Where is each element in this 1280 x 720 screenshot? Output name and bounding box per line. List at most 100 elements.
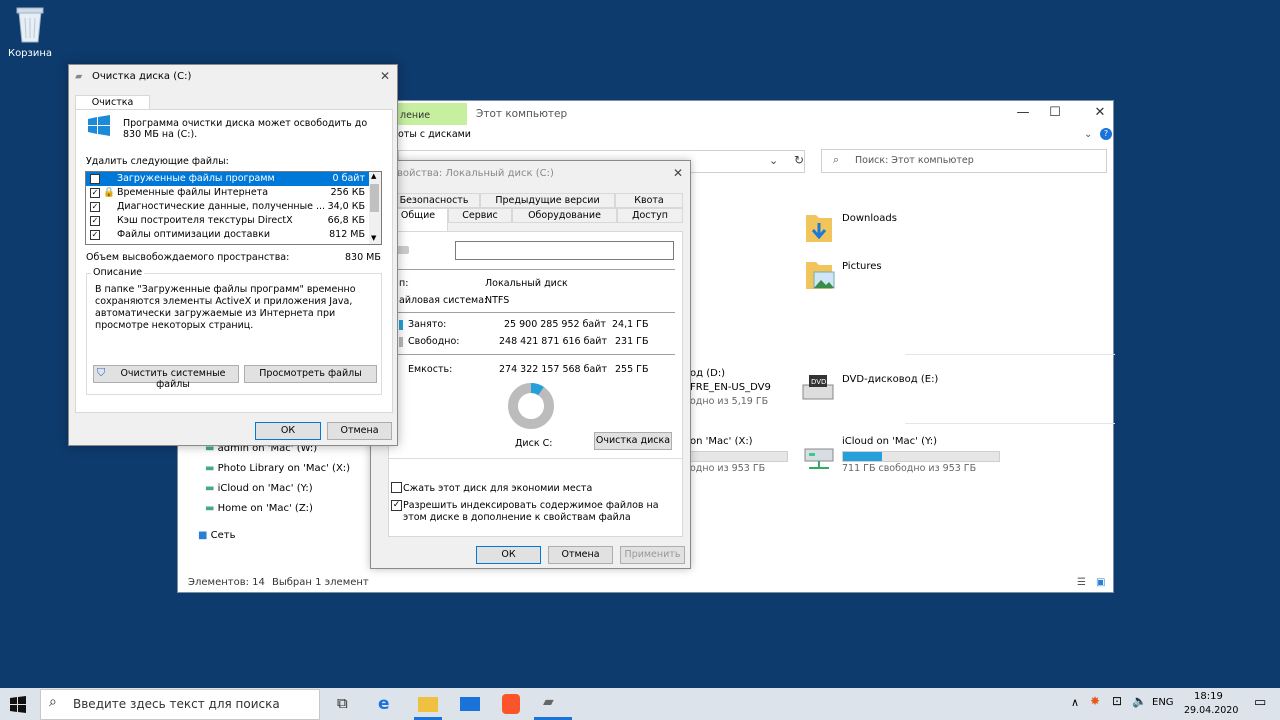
type-label: п:: [399, 278, 409, 289]
chevron-down-icon[interactable]: ⌄: [1084, 129, 1092, 140]
list-item[interactable]: ✓ 🔒 Временные файлы Интернета 256 КБ: [86, 186, 369, 200]
help-icon[interactable]: ?: [1100, 128, 1112, 140]
network-tray-icon[interactable]: ⊡: [1112, 694, 1122, 708]
details-view-icon[interactable]: ☰: [1077, 577, 1086, 588]
search-input[interactable]: Поиск: Этот компьютер: [821, 149, 1107, 173]
view-files-button[interactable]: Просмотреть файлы: [244, 365, 377, 383]
chevron-down-icon[interactable]: ▼: [371, 234, 376, 242]
tiles-view-icon[interactable]: ▣: [1096, 577, 1105, 588]
ok-button[interactable]: ОК: [476, 546, 541, 564]
checkbox[interactable]: ✓: [90, 188, 100, 198]
index-checkbox[interactable]: ✓: [391, 500, 402, 511]
svg-text:DVD: DVD: [811, 378, 826, 386]
shield-icon: ⛉: [97, 366, 106, 379]
nav-item-network[interactable]: ■ Сеть: [198, 530, 236, 541]
ribbon-sub-label[interactable]: оты с дисками: [398, 129, 471, 140]
tab-disk-cleanup[interactable]: Очистка диска: [75, 95, 150, 119]
general-panel: п: Локальный диск айловая система: NTFS …: [388, 231, 683, 537]
drive-x-free: одно из 953 ГБ: [690, 463, 766, 474]
drive-e-name[interactable]: DVD-дисковод (E:): [842, 374, 938, 385]
space-label: Объем высвобождаемого пространства:: [86, 252, 290, 263]
clock-date[interactable]: 29.04.2020: [1184, 705, 1238, 716]
list-item[interactable]: ✓ Загруженные файлы программ 0 байт: [86, 172, 369, 186]
recycle-bin-label: Корзина: [7, 48, 53, 59]
intro-text: Программа очистки диска может освободить…: [123, 118, 368, 140]
checkbox[interactable]: ✓: [90, 230, 100, 240]
description-text: В папке "Загруженные файлы программ" вре…: [95, 284, 356, 331]
file-explorer-icon[interactable]: [418, 697, 438, 712]
nav-item-y[interactable]: ▬ iCloud on 'Mac' (Y:): [205, 483, 313, 494]
status-selected: Выбран 1 элемент: [272, 577, 369, 588]
scrollbar-thumb[interactable]: [370, 184, 379, 212]
tab-previous-versions[interactable]: Предыдущие версии: [480, 193, 615, 208]
dvd-drive-icon: DVD: [801, 373, 835, 403]
chevron-up-icon[interactable]: ▲: [371, 172, 376, 180]
disk-cleanup-button[interactable]: Очистка диска: [594, 432, 672, 450]
apply-button[interactable]: Применить: [620, 546, 685, 564]
refresh-icon[interactable]: ↻: [794, 153, 804, 167]
checkbox[interactable]: ✓: [90, 216, 100, 226]
folder-downloads[interactable]: Downloads: [842, 213, 897, 224]
chevron-up-icon[interactable]: ∧: [1071, 696, 1079, 709]
compress-checkbox[interactable]: [391, 482, 402, 493]
list-item[interactable]: ✓ Диагностические данные, полученные ... 3…: [86, 200, 369, 214]
taskbar-search-input[interactable]: Введите здесь текст для поиска: [40, 689, 320, 720]
tab-hardware[interactable]: Оборудование: [512, 208, 617, 223]
tab-quota[interactable]: Квота: [615, 193, 683, 208]
brave-icon[interactable]: [502, 694, 520, 714]
mail-icon[interactable]: [460, 697, 480, 711]
list-item[interactable]: ✓ Файлы оптимизации доставки 812 МБ: [86, 228, 369, 242]
status-item-count: Элементов: 14: [188, 577, 265, 588]
drive-x-name[interactable]: on 'Mac' (X:): [690, 436, 753, 447]
space-value: 830 МБ: [345, 252, 381, 263]
minimize-button[interactable]: —: [1008, 105, 1038, 123]
drive-y-usage-bar: [842, 451, 1000, 462]
folder-pictures[interactable]: Pictures: [842, 261, 882, 272]
checkbox[interactable]: ✓: [90, 174, 100, 184]
used-label: Занято:: [408, 319, 447, 330]
files-list[interactable]: ✓ Загруженные файлы программ 0 байт ✓ 🔒 Врем…: [85, 171, 382, 245]
list-item[interactable]: ✓ Кэш построителя текстуры DirectX 66,8 КБ: [86, 214, 369, 228]
network-drive-icon: ▬: [205, 483, 218, 494]
window-title: Этот компьютер: [476, 108, 568, 120]
close-button[interactable]: ✕: [673, 166, 683, 180]
disk-cleanup-dialog: ▰ Очистка диска (C:) ✕ Очистка диска Про…: [68, 64, 398, 446]
drive-name-input[interactable]: [455, 241, 674, 260]
edge-icon[interactable]: e: [378, 694, 398, 714]
recycle-bin[interactable]: Корзина: [6, 4, 54, 59]
task-view-icon[interactable]: ⧉: [337, 694, 357, 714]
tab-security[interactable]: Безопасность: [388, 193, 480, 208]
fs-label: айловая система:: [399, 295, 488, 306]
drive-y-free: 711 ГБ свободно из 953 ГБ: [842, 463, 977, 474]
volume-icon[interactable]: 🔈: [1132, 694, 1147, 708]
close-button[interactable]: ✕: [1085, 105, 1115, 123]
checkbox[interactable]: ✓: [90, 202, 100, 212]
tab-sharing[interactable]: Доступ: [617, 208, 683, 223]
tray-app-icon[interactable]: ✸: [1090, 694, 1100, 708]
chevron-down-icon[interactable]: ⌄: [769, 154, 778, 167]
list-scrollbar[interactable]: ▲ ▼: [369, 172, 381, 244]
drive-d-free: одно из 5,19 ГБ: [690, 396, 769, 407]
drive-y-name[interactable]: iCloud on 'Mac' (Y:): [842, 436, 937, 447]
tab-service[interactable]: Сервис: [448, 208, 512, 223]
cancel-button[interactable]: Отмена: [548, 546, 613, 564]
used-bytes: 25 900 285 952 байт: [504, 319, 606, 330]
drive-d-name[interactable]: од (D:): [690, 368, 725, 379]
close-button[interactable]: ✕: [380, 69, 390, 83]
dialog-title: Очистка диска (C:): [92, 71, 192, 82]
windows-start-icon[interactable]: [10, 696, 30, 716]
language-indicator[interactable]: ENG: [1152, 697, 1174, 708]
clean-system-files-button[interactable]: Очистить системные файлы: [93, 365, 239, 390]
network-drive-icon: ▬: [205, 503, 218, 514]
maximize-button[interactable]: ☐: [1040, 105, 1070, 123]
nav-item-z[interactable]: ▬ Home on 'Mac' (Z:): [205, 503, 313, 514]
disk-cleanup-task-icon[interactable]: ▰: [543, 694, 563, 714]
nav-item-x[interactable]: ▬ Photo Library on 'Mac' (X:): [205, 463, 350, 474]
fs-value: NTFS: [485, 295, 510, 306]
free-gb: 231 ГБ: [615, 336, 649, 347]
capacity-bytes: 274 322 157 568 байт: [499, 364, 607, 375]
ok-button[interactable]: ОК: [255, 422, 321, 440]
clock-time[interactable]: 18:19: [1194, 691, 1223, 702]
notifications-icon[interactable]: ▭: [1254, 695, 1266, 710]
cancel-button[interactable]: Отмена: [327, 422, 392, 440]
